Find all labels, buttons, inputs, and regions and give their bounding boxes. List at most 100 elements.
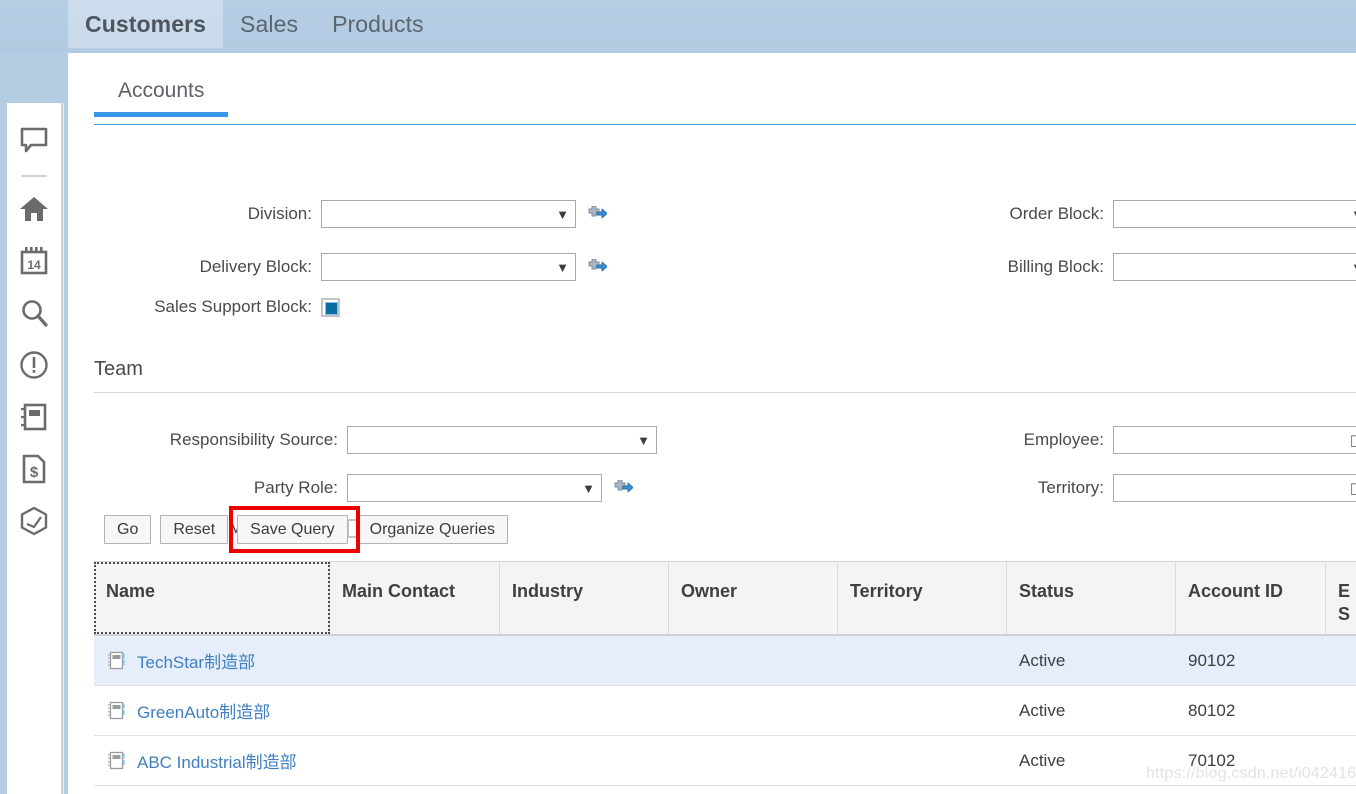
field-party-role: Party Role: ▼ <box>94 474 633 502</box>
column-header-account-id[interactable]: Account ID <box>1176 562 1326 634</box>
table-row[interactable]: ABC Industrial制造部 Active 70102 <box>94 736 1356 786</box>
cell-territory <box>838 636 1007 685</box>
cell-main-contact <box>330 736 500 785</box>
field-order-block-label: Order Block: <box>1009 204 1104 223</box>
account-name-link[interactable]: GreenAuto制造部 <box>137 698 270 723</box>
field-responsibility-source-label: Responsibility Source: <box>169 430 338 449</box>
field-delivery-block-select[interactable]: ▼ <box>321 253 576 281</box>
account-name-link[interactable]: TechStar制造部 <box>137 648 255 673</box>
account-record-icon <box>106 701 126 721</box>
field-territory-input[interactable]: ◫ <box>1113 474 1356 502</box>
shell-tab-sales[interactable]: Sales <box>223 0 315 48</box>
save-query-highlight: Save Query <box>229 506 361 553</box>
column-header-name[interactable]: Name <box>94 562 330 634</box>
cell-industry <box>500 736 669 785</box>
shell-tab-products[interactable]: Products <box>315 0 441 48</box>
app-root: Customers Sales Products 14 $ Accounts D… <box>0 0 1356 794</box>
chevron-down-icon: ▼ <box>556 259 569 275</box>
field-responsibility-source: Responsibility Source: ▼ <box>94 426 657 454</box>
column-header-owner[interactable]: Owner <box>669 562 838 634</box>
cell-account-id: 80102 <box>1188 700 1236 720</box>
shell-tab-list: Customers Sales Products <box>68 0 441 53</box>
cell-owner <box>669 636 838 685</box>
cell-owner <box>669 736 838 785</box>
cube-icon[interactable] <box>14 501 54 541</box>
cell-status: Active <box>1019 700 1066 720</box>
field-party-role-label: Party Role: <box>253 478 338 497</box>
field-sales-support-block: Sales Support Block: <box>94 297 340 317</box>
column-header-main-contact[interactable]: Main Contact <box>330 562 500 634</box>
field-division-label: Division: <box>247 204 312 223</box>
cell-account-id: 70102 <box>1188 750 1236 770</box>
svg-text:$: $ <box>30 464 39 481</box>
value-help-multi-icon[interactable] <box>613 478 633 498</box>
accounts-table: Name Main Contact Industry Owner Territo… <box>94 561 1356 786</box>
cell-extra <box>1326 736 1356 785</box>
section-divider <box>94 392 1356 393</box>
chevron-down-icon: ▼ <box>637 432 650 448</box>
field-billing-block-label: Billing Block: <box>1007 257 1104 276</box>
field-division-select[interactable]: ▼ <box>321 200 576 228</box>
cell-name[interactable]: TechStar制造部 <box>94 636 330 685</box>
value-help-multi-icon[interactable] <box>587 257 607 277</box>
value-help-multi-icon[interactable] <box>587 204 607 224</box>
cell-name[interactable]: GreenAuto制造部 <box>94 686 330 735</box>
shell-tab-customers[interactable]: Customers <box>68 0 224 48</box>
cell-account-id: 90102 <box>1188 650 1236 670</box>
cell-status: Active <box>1019 750 1066 770</box>
cell-extra <box>1326 636 1356 685</box>
column-header-truncated[interactable]: E S <box>1326 562 1356 634</box>
tab-accounts[interactable]: Accounts <box>94 79 229 117</box>
value-help-icon[interactable]: ◫ <box>1350 481 1356 496</box>
dollar-document-icon[interactable]: $ <box>14 449 54 489</box>
field-employee-input[interactable]: ◫ <box>1113 426 1356 454</box>
field-responsibility-source-select[interactable]: ▼ <box>347 426 657 454</box>
column-header-territory[interactable]: Territory <box>838 562 1007 634</box>
account-record-icon <box>106 651 126 671</box>
cell-owner <box>669 686 838 735</box>
sales-support-block-checkbox[interactable] <box>321 297 340 317</box>
search-icon[interactable] <box>14 293 54 333</box>
account-name-link[interactable]: ABC Industrial制造部 <box>137 748 297 773</box>
column-header-status[interactable]: Status <box>1007 562 1176 634</box>
chevron-down-icon: ▼ <box>1351 261 1356 274</box>
chevron-down-icon: ▼ <box>1351 208 1356 221</box>
field-employee-label: Employee: <box>1023 430 1104 449</box>
page-tab-rule <box>94 124 1356 125</box>
address-book-icon[interactable] <box>14 397 54 437</box>
filter-form: Division: ▼ Delivery Block: ▼ Sales Supp… <box>68 126 1356 538</box>
cell-extra <box>1326 686 1356 735</box>
calendar-icon[interactable]: 14 <box>14 241 54 281</box>
save-query-button[interactable]: Save Query <box>237 515 348 544</box>
chevron-down-icon: ▼ <box>556 206 569 222</box>
home-icon[interactable] <box>14 189 54 229</box>
field-order-block-select[interactable]: ▼ <box>1113 200 1356 228</box>
cell-industry <box>500 636 669 685</box>
shell-bar: Customers Sales Products <box>0 0 1356 53</box>
reset-button[interactable]: Reset <box>160 515 229 544</box>
field-billing-block-select[interactable]: ▼ <box>1113 253 1356 281</box>
field-territory-label: Territory: <box>1037 478 1104 497</box>
field-sales-support-block-label: Sales Support Block: <box>154 297 312 316</box>
table-header-row: Name Main Contact Industry Owner Territo… <box>94 562 1356 636</box>
cell-territory <box>838 686 1007 735</box>
organize-queries-button[interactable]: Organize Queries <box>356 515 509 544</box>
chevron-down-icon: ▼ <box>582 480 595 496</box>
sidebar-divider <box>21 175 47 177</box>
svg-text:14: 14 <box>27 258 41 272</box>
alert-icon[interactable] <box>14 345 54 385</box>
table-row[interactable]: GreenAuto制造部 Active 80102 <box>94 686 1356 736</box>
cell-name[interactable]: ABC Industrial制造部 <box>94 736 330 785</box>
field-division: Division: ▼ <box>94 200 607 228</box>
cell-main-contact <box>330 636 500 685</box>
go-button[interactable]: Go <box>104 515 152 544</box>
field-employee: Employee: ◫ <box>948 426 1356 454</box>
speech-bubble-icon[interactable] <box>14 121 54 161</box>
table-row[interactable]: TechStar制造部 Active 90102 <box>94 636 1356 686</box>
cell-main-contact <box>330 686 500 735</box>
field-delivery-block-label: Delivery Block: <box>199 257 312 276</box>
value-help-icon[interactable]: ◫ <box>1350 433 1356 448</box>
column-header-industry[interactable]: Industry <box>500 562 669 634</box>
field-party-role-select[interactable]: ▼ <box>347 474 602 502</box>
sidebar-rail: 14 $ <box>7 103 63 794</box>
